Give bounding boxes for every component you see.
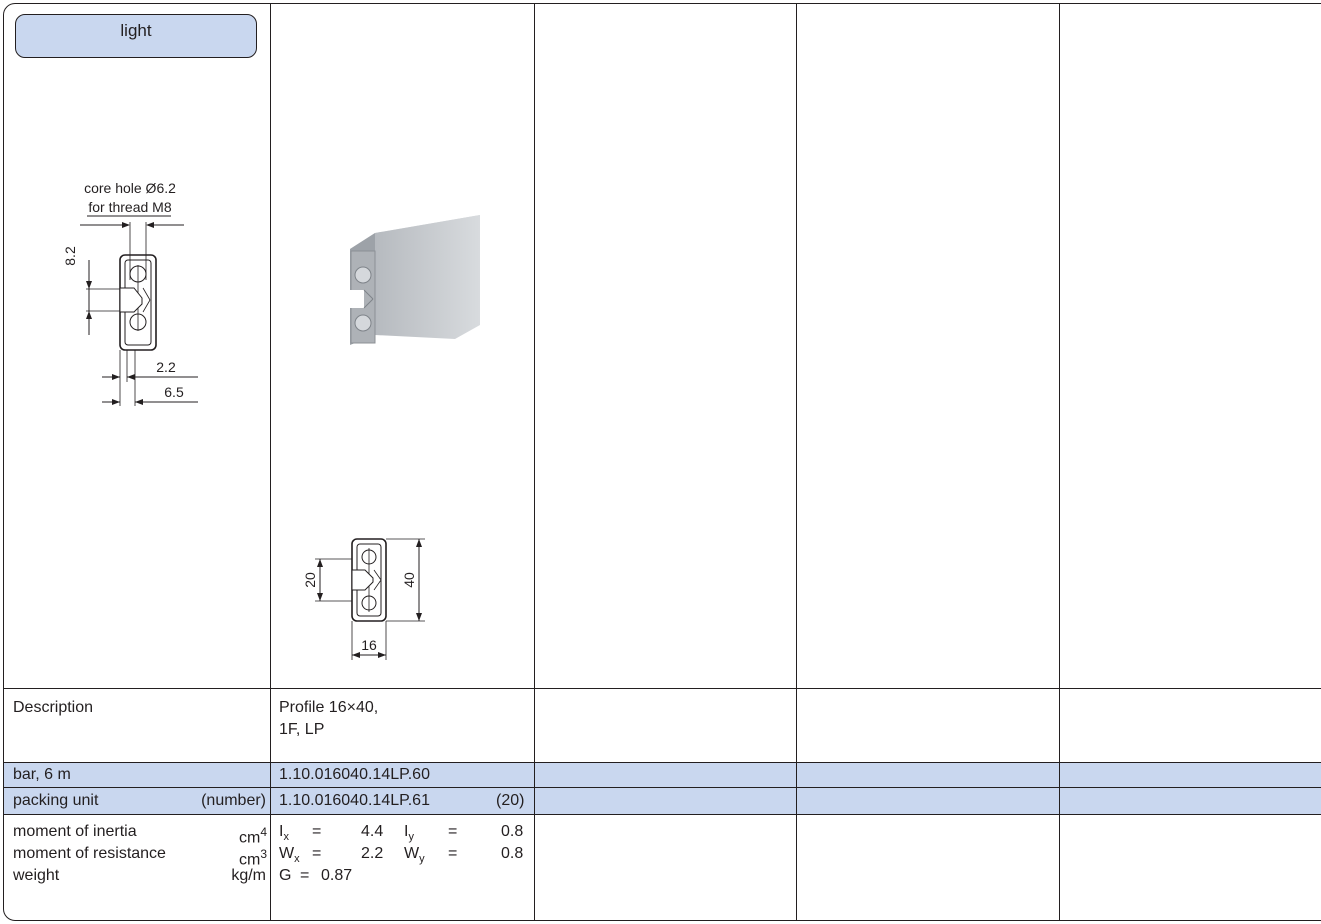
table-frame (3, 3, 1321, 921)
packing-article-number: 1.10.016040.14LP.61 (279, 792, 430, 809)
g-equals: = (300, 867, 310, 884)
wy-sub: y (419, 853, 425, 866)
packing-count: (20) (496, 792, 525, 809)
column-divider-4 (1059, 3, 1060, 921)
wy-symbol: Wy (404, 844, 425, 869)
row-divider-packing-bottom (3, 814, 1321, 815)
dim-width-label: 6.5 (164, 384, 184, 400)
wy-value: 0.8 (501, 845, 524, 862)
row-divider-description (3, 688, 1321, 689)
dim-40-label: 40 (401, 572, 417, 588)
iy-sub: y (408, 831, 414, 844)
description-value-line1: Profile 16×40, (279, 699, 379, 716)
row-divider-bar-top (3, 762, 1321, 763)
packing-label: packing unit (13, 792, 99, 809)
weight-label: weight (13, 867, 60, 884)
profile-dimension-drawing: 20 40 16 (302, 538, 425, 660)
wx-equals: = (312, 845, 322, 862)
category-tab-label: light (120, 21, 152, 40)
inertia-unit-exp: 4 (260, 825, 267, 839)
dim-20-label: 20 (302, 572, 318, 588)
ix-value: 4.4 (361, 823, 384, 840)
wy-sym: W (404, 845, 420, 862)
iy-value: 0.8 (501, 823, 524, 840)
category-tab-light: light (15, 14, 257, 58)
column-divider-1 (270, 3, 271, 921)
wx-sym: W (279, 845, 295, 862)
weight-unit: kg/m (231, 867, 266, 884)
profile-section-drawing: core hole Ø6.2 for thread M8 8.2 2.2 6.5 (62, 180, 198, 406)
description-value-line2: 1F, LP (279, 721, 325, 738)
thread-label: for thread M8 (88, 199, 171, 215)
ix-equals: = (312, 823, 322, 840)
resistance-label: moment of resistance (13, 845, 166, 862)
wy-equals: = (448, 845, 458, 862)
iy-equals: = (448, 823, 458, 840)
bar-label: bar, 6 m (13, 766, 71, 783)
packing-unit: (number) (201, 792, 266, 809)
core-hole-label: core hole Ø6.2 (84, 180, 176, 196)
profile-3d-image (350, 215, 480, 345)
g-value: 0.87 (321, 867, 353, 884)
resistance-unit-exp: 3 (260, 847, 267, 861)
column-divider-2 (534, 3, 535, 921)
bar-article-number: 1.10.016040.14LP.60 (279, 766, 430, 783)
dim-16-label: 16 (361, 637, 377, 653)
row-divider-bar-bottom (3, 787, 1321, 788)
column-divider-3 (796, 3, 797, 921)
wx-value: 2.2 (361, 845, 384, 862)
inertia-label: moment of inertia (13, 823, 137, 840)
ix-sub: x (283, 831, 289, 844)
dim-height-label: 8.2 (62, 246, 78, 266)
g-symbol: G (279, 867, 292, 884)
wx-sub: x (294, 853, 300, 866)
dim-small-label: 2.2 (156, 359, 176, 375)
description-label: Description (13, 699, 94, 716)
